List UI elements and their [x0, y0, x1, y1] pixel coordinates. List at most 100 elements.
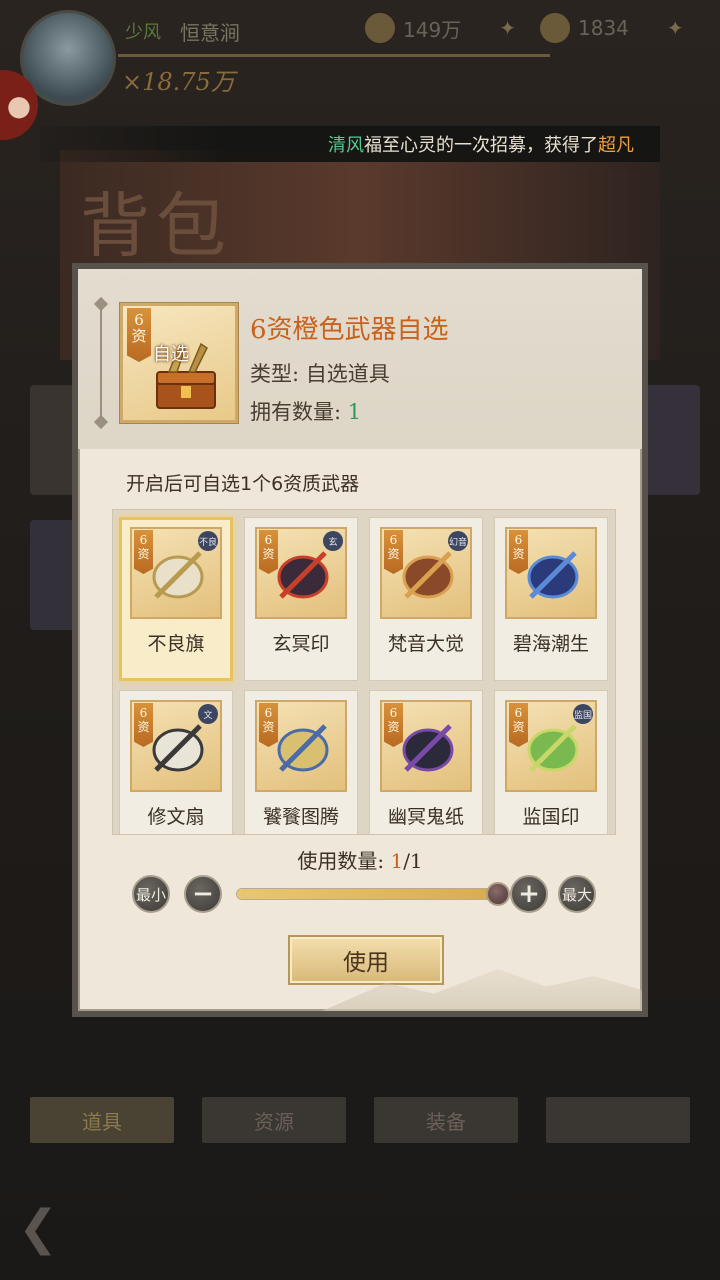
gold-counter: 1834 ✦ [540, 12, 684, 44]
decorative-rail [100, 303, 102, 423]
weapon-choice-grid[interactable]: 6资 不良 不良旗 6资玄玄冥印 6资 幻音 梵音大觉 6资 碧海潮生 6资文修文扇 6资 饕餮图腾 6… [112, 509, 616, 835]
weapon-name: 监国印 [522, 806, 580, 828]
rank-flag: 6资 [509, 530, 528, 574]
faction-badge-icon: 监国 [573, 704, 593, 724]
max-button[interactable]: 最大 [558, 875, 596, 913]
item-owned-count: 拥有数量: 1 [250, 396, 361, 426]
weapon-choice-3[interactable]: 6资 幻音梵音大觉 [369, 517, 483, 681]
chest-label: 自选 [153, 344, 189, 365]
tab-items: 道具 [30, 1097, 174, 1143]
item-type-value: 自选道具 [305, 362, 390, 386]
tab-resources: 资源 [202, 1097, 346, 1143]
item-owned-value: 1 [347, 400, 362, 424]
add-gold-icon: ✦ [666, 16, 684, 40]
decrease-button[interactable]: − [184, 875, 222, 913]
use-quantity-label: 使用数量: [297, 849, 391, 873]
weapon-thumbnail: 6资 [505, 527, 597, 619]
weapon-thumbnail: 6资 不良 [130, 527, 222, 619]
gold-ingot-icon [540, 13, 570, 43]
silver-counter: 149万 ✦ [365, 12, 516, 44]
item-type-label: 类型: [250, 362, 306, 386]
weapon-art-icon [527, 551, 579, 599]
quantity-slider-fill [237, 889, 497, 899]
rank-flag: 6资 [134, 530, 153, 574]
quantity-controls: 最小 − + 最大 [132, 875, 596, 915]
use-quantity-total: /1 [403, 849, 423, 873]
item-title: 6资橙色武器自选 [250, 315, 449, 345]
weapon-choice-5[interactable]: 6资 文修文扇 [119, 690, 233, 834]
weapon-thumbnail: 6资 [380, 700, 472, 792]
back-arrow-icon: ❮ [18, 1200, 59, 1256]
power-value: ×18.75万 [122, 68, 235, 96]
item-header: 6资 自选 6资橙色武器自选 类型: 自选道具 拥有数量: 1 [78, 269, 642, 449]
weapon-name: 幽冥鬼纸 [387, 806, 464, 828]
weapon-thumbnail: 6资 幻音 [380, 527, 472, 619]
player-name: 恒意涧 [180, 21, 240, 45]
weapon-name: 梵音大觉 [387, 633, 464, 655]
silver-amount: 149万 [403, 17, 462, 42]
gold-amount: 1834 [578, 16, 629, 40]
item-select-dialog: 6资 自选 6资橙色武器自选 类型: 自选道具 拥有数量: 1 开启后可自选1个… [72, 263, 648, 1017]
rank-flag: 6资 [259, 530, 278, 574]
weapon-art-icon [277, 551, 329, 599]
tab-items-label: 道具 [82, 1109, 122, 1134]
rank-flag: 6资 [509, 703, 528, 747]
weapon-thumbnail: 6资 文 [130, 700, 222, 792]
weapon-choice-7[interactable]: 6资幽冥鬼纸 [369, 690, 483, 834]
background-tab-bar: 道具 资源 装备 [30, 1097, 690, 1143]
rank-flag: 6资 [259, 703, 278, 747]
silver-coin-icon [365, 13, 395, 43]
weapon-thumbnail: 6资 [255, 700, 347, 792]
add-silver-icon: ✦ [499, 16, 516, 40]
top-hud: ● 少风 恒意涧 ×18.75万 149万 ✦ 1834 ✦ [0, 0, 720, 140]
weapon-art-icon [152, 724, 204, 772]
item-type: 类型: 自选道具 [250, 358, 390, 388]
weapon-name: 碧海潮生 [512, 633, 589, 655]
weapon-choice-2[interactable]: 6资 玄玄冥印 [244, 517, 358, 681]
weapon-name: 饕餮图腾 [262, 806, 339, 828]
tab-equipment-label: 装备 [426, 1109, 466, 1134]
rank-flag: 6资 [384, 530, 403, 574]
rank-flag: 6资 [384, 703, 403, 747]
rank-flag: 6资 [134, 703, 153, 747]
broadcast-player-name: 清风 [328, 135, 364, 156]
tab-resources-label: 资源 [254, 1109, 294, 1134]
weapon-thumbnail: 6资 监国 [505, 700, 597, 792]
faction-badge-icon: 玄 [323, 531, 343, 551]
weapon-art-icon [527, 724, 579, 772]
weapon-choice-8[interactable]: 6资 监国监国印 [494, 690, 608, 834]
weapon-name: 玄冥印 [272, 633, 330, 655]
increase-button[interactable]: + [510, 875, 548, 913]
rank-flag: 6资 [127, 308, 151, 362]
weapon-art-icon [152, 551, 204, 599]
broadcast-message: 福至心灵的一次招募，获得了 [364, 135, 598, 156]
weapon-thumbnail: 6资 玄 [255, 527, 347, 619]
faction-badge-icon: 幻音 [448, 531, 468, 551]
vip-label: 少风 [125, 22, 161, 43]
use-quantity: 使用数量: 1/1 [78, 845, 642, 874]
faction-badge-icon: 不良 [198, 531, 218, 551]
quantity-slider-handle[interactable] [486, 882, 510, 906]
quantity-slider[interactable] [236, 888, 498, 900]
item-icon-frame: 6资 自选 [120, 303, 238, 423]
use-button[interactable]: 使用 [288, 935, 444, 985]
background-banner-title: 背包 [80, 185, 232, 267]
broadcast-text: 清风福至心灵的一次招募，获得了超凡 [328, 131, 634, 157]
weapon-choice-6[interactable]: 6资饕餮图腾 [244, 690, 358, 834]
item-description: 开启后可自选1个6资质武器 [126, 473, 360, 495]
broadcast-reward: 超凡 [598, 135, 634, 156]
exp-bar [118, 54, 550, 57]
weapon-art-icon [402, 551, 454, 599]
weapon-name: 修文扇 [147, 806, 205, 828]
tab-equipment: 装备 [374, 1097, 518, 1143]
faction-badge-icon: 文 [198, 704, 218, 724]
weapon-name: 不良旗 [147, 633, 205, 655]
weapon-choice-4[interactable]: 6资碧海潮生 [494, 517, 608, 681]
broadcast-marquee: 清风福至心灵的一次招募，获得了超凡 [40, 126, 660, 162]
background-item-card [640, 385, 700, 495]
weapon-art-icon [402, 724, 454, 772]
use-quantity-current: 1 [390, 849, 404, 873]
min-button[interactable]: 最小 [132, 875, 170, 913]
weapon-choice-1[interactable]: 6资 不良不良旗 [119, 517, 233, 681]
tab-other [546, 1097, 690, 1143]
